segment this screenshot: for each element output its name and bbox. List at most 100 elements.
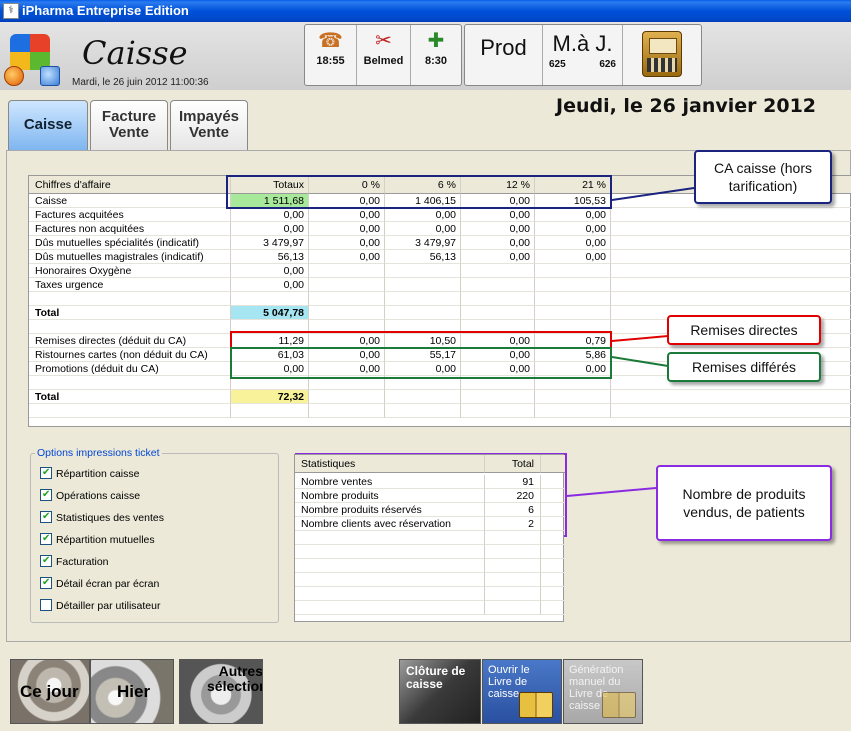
stats-header-label[interactable]: Statistiques [295, 455, 485, 473]
table-row[interactable]: Taxes urgence 0,00 [29, 278, 851, 292]
row-filler [611, 222, 851, 236]
tab-caisse[interactable]: Caisse [8, 100, 88, 150]
cell-value: 0,00 [231, 208, 309, 222]
cash-register-icon [642, 31, 682, 77]
table-row[interactable] [29, 292, 851, 306]
stats-label: Nombre clients avec réservation [295, 517, 485, 531]
cell-value: 0,00 [461, 194, 535, 208]
stats-label [295, 531, 485, 545]
stats-value: 91 [485, 475, 541, 489]
stats-row[interactable] [295, 559, 565, 573]
header-12pct[interactable]: 12 % [461, 176, 535, 194]
windows-logo-icon[interactable] [4, 30, 60, 86]
header: Caisse Mardi, le 26 juin 2012 11:00:36 ☎… [0, 22, 851, 90]
cell-value [309, 278, 385, 292]
cell-value [231, 376, 309, 390]
header-21pct[interactable]: 21 % [535, 176, 611, 194]
cell-value: 5 047,78 [231, 306, 309, 320]
checkbox[interactable] [40, 510, 52, 524]
tab-impayes-vente[interactable]: Impayés Vente [170, 100, 248, 150]
table-row[interactable] [29, 404, 851, 418]
cell-value: 0,00 [309, 222, 385, 236]
checkbox[interactable] [40, 488, 52, 502]
header-6pct[interactable]: 6 % [385, 176, 461, 194]
header-0pct[interactable]: 0 % [309, 176, 385, 194]
cell-value [461, 390, 535, 404]
stats-filler [541, 503, 565, 517]
table-row[interactable]: Total 72,32 [29, 390, 851, 404]
table-row[interactable]: Honoraires Oxygène 0,00 [29, 264, 851, 278]
statistics-grid[interactable]: Statistiques Total Nombre ventes 91 Nombre… [294, 454, 565, 622]
option-label: Opérations caisse [56, 490, 141, 502]
stats-row[interactable]: Nombre clients avec réservation 2 [295, 517, 565, 531]
cell-value: 3 479,97 [231, 236, 309, 250]
option-checkbox-row[interactable]: Détailler par utilisateur [40, 599, 160, 613]
stats-row[interactable] [295, 531, 565, 545]
header-totaux[interactable]: Totaux [231, 176, 309, 194]
stats-row[interactable]: Nombre ventes 91 [295, 475, 565, 489]
cell-value: 61,03 [231, 348, 309, 362]
cell-value [461, 404, 535, 418]
table-row[interactable]: Factures acquitées 0,00 0,00 0,00 0,00 0,00 [29, 208, 851, 222]
ce-jour-button[interactable]: Ce jour [10, 659, 90, 724]
tab-facture-vente[interactable]: Facture Vente [90, 100, 168, 150]
checkbox[interactable] [40, 466, 52, 480]
belmed-button[interactable]: ✂ Belmed [357, 25, 411, 85]
stats-row[interactable] [295, 573, 565, 587]
stats-row[interactable]: Nombre produits 220 [295, 489, 565, 503]
checkbox[interactable] [40, 599, 52, 612]
cell-value [385, 264, 461, 278]
big-date: Jeudi, le 26 janvier 2012 [556, 95, 817, 117]
option-checkbox-row[interactable]: Statistiques des ventes [40, 510, 164, 525]
checkbox[interactable] [40, 576, 52, 590]
stats-row[interactable] [295, 545, 565, 559]
option-checkbox-row[interactable]: Opérations caisse [40, 488, 141, 503]
row-filler [611, 236, 851, 250]
option-checkbox-row[interactable]: Répartition mutuelles [40, 532, 155, 547]
table-row[interactable]: Factures non acquitées 0,00 0,00 0,00 0,00 0,… [29, 222, 851, 236]
table-row[interactable]: Dûs mutuelles spécialités (indicatif) 3 4… [29, 236, 851, 250]
checkbox[interactable] [40, 532, 52, 546]
cell-value: 10,50 [385, 334, 461, 348]
cell-value [309, 376, 385, 390]
cell-value: 0,00 [231, 278, 309, 292]
cash-register-button[interactable] [623, 25, 701, 85]
cell-value [231, 404, 309, 418]
phone-button[interactable]: ☎ 18:55 [305, 25, 357, 85]
stats-header-total[interactable]: Total [485, 455, 541, 473]
stats-row[interactable] [295, 601, 565, 615]
stats-row[interactable] [295, 587, 565, 601]
cell-value [309, 306, 385, 320]
generation-livre-button[interactable]: Génération manuel du Livre de caisse [563, 659, 643, 724]
cell-value [309, 320, 385, 334]
revenue-grid[interactable]: Chiffres d'affaire Totaux 0 % 6 % 12 % 2… [28, 175, 851, 427]
stats-row[interactable]: Nombre produits réservés 6 [295, 503, 565, 517]
cell-value [385, 390, 461, 404]
stats-label [295, 601, 485, 615]
ambulance-button[interactable]: ✚ 8:30 [411, 25, 461, 85]
prod-button[interactable]: Prod [465, 25, 543, 85]
stats-filler [541, 573, 565, 587]
table-row[interactable]: Dûs mutuelles magistrales (indicatif) 56,… [29, 250, 851, 264]
cell-value [461, 320, 535, 334]
hier-button[interactable]: Hier [90, 659, 174, 724]
cloture-caisse-button[interactable]: Clôture de caisse [399, 659, 481, 724]
option-checkbox-row[interactable]: Facturation [40, 554, 109, 569]
option-checkbox-row[interactable]: Répartition caisse [40, 466, 139, 481]
cell-value: 56,13 [385, 250, 461, 264]
ouvrir-livre-button[interactable]: Ouvrir le Livre de caisse [482, 659, 562, 724]
cell-value [385, 376, 461, 390]
maj-button[interactable]: M.à J. 625 626 [543, 25, 623, 85]
tab-bar: Caisse Facture Vente Impayés Vente [8, 100, 248, 150]
cell-value: 72,32 [231, 390, 309, 404]
autres-selections-button[interactable]: Autres sélections [179, 659, 263, 724]
header-label[interactable]: Chiffres d'affaire [29, 176, 231, 194]
cell-value: 0,00 [309, 362, 385, 376]
cell-value: 0,00 [309, 250, 385, 264]
cell-value [461, 376, 535, 390]
checkbox[interactable] [40, 554, 52, 568]
cell-value [535, 306, 611, 320]
cell-value: 0,00 [231, 222, 309, 236]
phone-button-label: 18:55 [316, 55, 345, 67]
option-checkbox-row[interactable]: Détail écran par écran [40, 576, 159, 591]
